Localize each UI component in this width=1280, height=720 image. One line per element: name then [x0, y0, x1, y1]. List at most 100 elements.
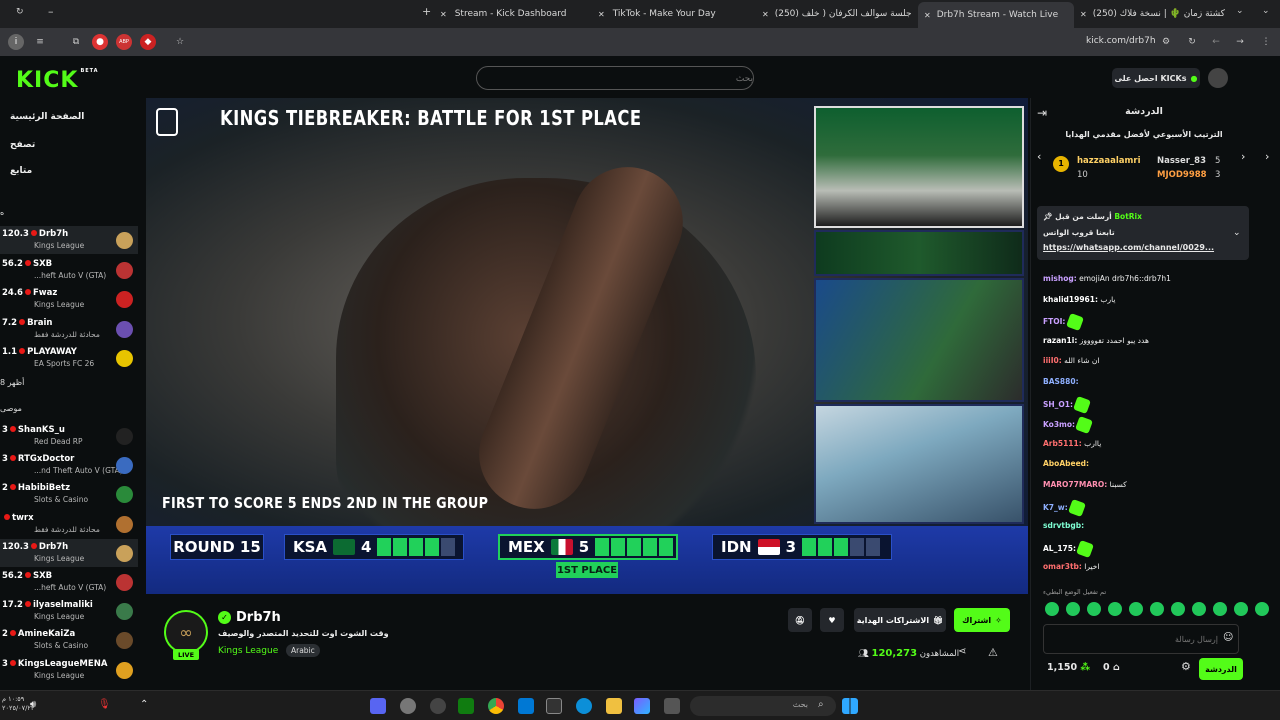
leader-3-name[interactable]: MJOD9988 [1157, 170, 1207, 180]
sidebar-channel-shanks_u[interactable]: 3 ShanKS_u Red Dead RP [0, 422, 138, 450]
sidebar-channel-twrx[interactable]: twrx محادثة للدردشة فقط [0, 510, 138, 538]
sidebar-channel-sxb[interactable]: 56.2 SXB ...heft Auto V (GTA) [0, 256, 138, 284]
bookmark-star-icon[interactable]: ☆ [172, 34, 188, 50]
chat-username[interactable]: SH_O1: [1043, 400, 1073, 409]
emote-icon[interactable] [1213, 602, 1227, 616]
tab-drb7h-active[interactable]: ✕ Drb7h Stream - Watch Live [918, 2, 1074, 28]
gift-subs-button[interactable]: الاشتراكات الهداية 🎁︎ [854, 608, 946, 632]
chat-username[interactable]: Arb5111: [1043, 439, 1082, 448]
emote-icon[interactable] [1045, 602, 1059, 616]
emote-icon[interactable] [1171, 602, 1185, 616]
emote-icon[interactable] [1150, 602, 1164, 616]
channel-points[interactable]: 1,150 ⁂ [1047, 662, 1090, 673]
emote-icon[interactable] [1129, 602, 1143, 616]
stream-category[interactable]: Kings League [218, 646, 278, 656]
chat-username[interactable]: iiiI0: [1043, 356, 1062, 365]
search-input[interactable] [476, 66, 754, 90]
sidebar-channel-kingsleaguemena[interactable]: 3 KingsLeagueMENA Kings League [0, 656, 138, 684]
share-icon[interactable]: ⋖ [958, 646, 966, 657]
profile-icon[interactable]: i [8, 34, 24, 50]
extensions-icon[interactable]: ⧉ [68, 34, 84, 50]
windows-start-icon[interactable] [842, 698, 858, 714]
kick-logo[interactable]: KICK BETA [16, 68, 99, 93]
chat-username[interactable]: K7_w: [1043, 503, 1068, 512]
sidebar-channel-aminekaiza[interactable]: 2 AmineKaiZa Slots & Casino [0, 626, 138, 654]
sidebar-channel-playaway[interactable]: 1.1 PLAYAWAY EA Sports FC 26 [0, 344, 138, 372]
leader-2-name[interactable]: Nasser_83 [1157, 156, 1206, 166]
volume-icon[interactable]: 🔊︎ [30, 699, 36, 710]
emote-icon[interactable] [1192, 602, 1206, 616]
subscribe-button[interactable]: اشتراك ✧ [954, 608, 1010, 632]
send-chat-button[interactable]: الدردشة [1199, 658, 1243, 680]
sidebar-channel-rtgxdoctor[interactable]: 3 RTGxDoctor ...nd Theft Auto V (GTA) [0, 451, 138, 479]
emote-icon[interactable] [1255, 602, 1269, 616]
expand-pinned-icon[interactable]: ⌄ [1233, 228, 1241, 238]
chat-username[interactable]: omar3tb: [1043, 562, 1082, 571]
mail-icon[interactable] [518, 698, 534, 714]
channel-avatar[interactable]: ∞ [164, 610, 208, 654]
chat-settings-icon[interactable]: ⚙ [1181, 660, 1191, 673]
get-kicks-button[interactable]: احصل على KICKs ● [1112, 68, 1200, 88]
address-bar[interactable]: kick.com/drb7h [1086, 36, 1156, 46]
tab-youtube-1[interactable]: ✕ (250) جلسة سوالف الكرفان ( خلف [762, 4, 912, 24]
leaderboard-prev-icon[interactable]: ‹ [1037, 150, 1041, 163]
menu-icon[interactable]: ⋮ [1258, 34, 1274, 50]
chat-username[interactable]: sdrvtbgb: [1043, 521, 1084, 530]
sidebar-channel-ilyaselmaliki[interactable]: 17.2 ilyaselmaliki Kings League [0, 597, 138, 625]
chat-username[interactable]: mishog: [1043, 274, 1077, 283]
discord-icon[interactable] [370, 698, 386, 714]
chat-username[interactable]: Ko3mo: [1043, 420, 1075, 429]
sidebar-channel-sxb[interactable]: 56.2 SXB ...heft Auto V (GTA) [0, 568, 138, 596]
settings-app-icon[interactable] [400, 698, 416, 714]
leaderboard-expand-icon[interactable]: › [1265, 150, 1269, 163]
sidebar-channel-habibibetz[interactable]: 2 HabibiBetz Slots & Casino [0, 480, 138, 508]
copilot-icon[interactable] [634, 698, 650, 714]
obs-icon[interactable] [430, 698, 446, 714]
follow-heart-button[interactable]: ♥ [820, 608, 844, 632]
file-explorer-icon[interactable] [606, 698, 622, 714]
emote-icon[interactable] [1108, 602, 1122, 616]
reload-icon[interactable]: ↻ [1184, 34, 1200, 50]
chat-username[interactable]: MARO77MARO: [1043, 480, 1107, 489]
extension-icon[interactable]: ● [92, 34, 108, 50]
kicks-balance[interactable]: 0 ⌂ [1103, 662, 1120, 673]
chat-username[interactable]: FTOI: [1043, 317, 1065, 326]
nav-home[interactable]: الصفحة الرئيسية [10, 112, 84, 122]
channel-name[interactable]: Drb7h [236, 610, 281, 625]
chat-username[interactable]: AL_175: [1043, 544, 1076, 553]
notifications-off-button[interactable]: 🔕︎ [788, 608, 812, 632]
emote-icon[interactable] [1087, 602, 1101, 616]
reload-tab-icon[interactable]: ↻ [16, 7, 24, 17]
sidebar-channel-brain[interactable]: 7.2 Brain محادثة للدردشة فقط [0, 315, 138, 343]
sidebar-channel-drb7h[interactable]: 120.3 Drb7h Kings League [0, 538, 138, 567]
nav-following[interactable]: متابع [10, 166, 32, 176]
edge-icon[interactable] [576, 698, 592, 714]
adblock-icon[interactable]: ABP [116, 34, 132, 50]
emote-icon[interactable] [1066, 602, 1080, 616]
show-more-link[interactable]: أظهر 8 [0, 378, 24, 387]
tray-expand-icon[interactable]: ⌃ [140, 699, 148, 710]
user-avatar[interactable] [1208, 68, 1228, 88]
emote-icon[interactable] [1234, 602, 1248, 616]
tab-tiktok[interactable]: ✕ TikTok - Make Your Day [598, 4, 758, 24]
leader-1-name[interactable]: hazzaaalamri [1077, 156, 1141, 166]
video-player[interactable]: KINGS TIEBREAKER: BATTLE FOR 1ST PLACE F… [146, 98, 1028, 594]
chat-username[interactable]: AboAbeed: [1043, 459, 1089, 468]
pinned-link[interactable]: https://whatsapp.com/channel/0029... [1043, 243, 1214, 252]
emoji-picker-icon[interactable]: ☺ [1223, 632, 1233, 643]
tab-search-icon[interactable]: ⌄ [1236, 6, 1244, 16]
nav-browse[interactable]: تصفح [10, 140, 35, 150]
chat-username[interactable]: BAS880: [1043, 377, 1079, 386]
chat-username[interactable]: khalid19961: [1043, 295, 1098, 304]
tab-list-icon[interactable]: ≡ [32, 34, 48, 50]
back-icon[interactable]: ← [1208, 34, 1224, 50]
chat-username[interactable]: razan1i: [1043, 336, 1077, 345]
new-tab-icon[interactable]: + [422, 5, 431, 18]
chat-input[interactable] [1043, 624, 1239, 654]
tab-kick-dashboard[interactable]: ✕ Stream - Kick Dashboard [440, 4, 580, 24]
store-icon[interactable] [546, 698, 562, 714]
pinned-user[interactable]: BotRix [1114, 212, 1142, 221]
tab-youtube-2[interactable]: ✕ (250) كشتة زمان 🌵 | نسخة فلاك [1080, 4, 1228, 24]
mic-icon[interactable]: 🎙︎ [98, 699, 111, 710]
extension-icon[interactable]: ◆ [140, 34, 156, 50]
